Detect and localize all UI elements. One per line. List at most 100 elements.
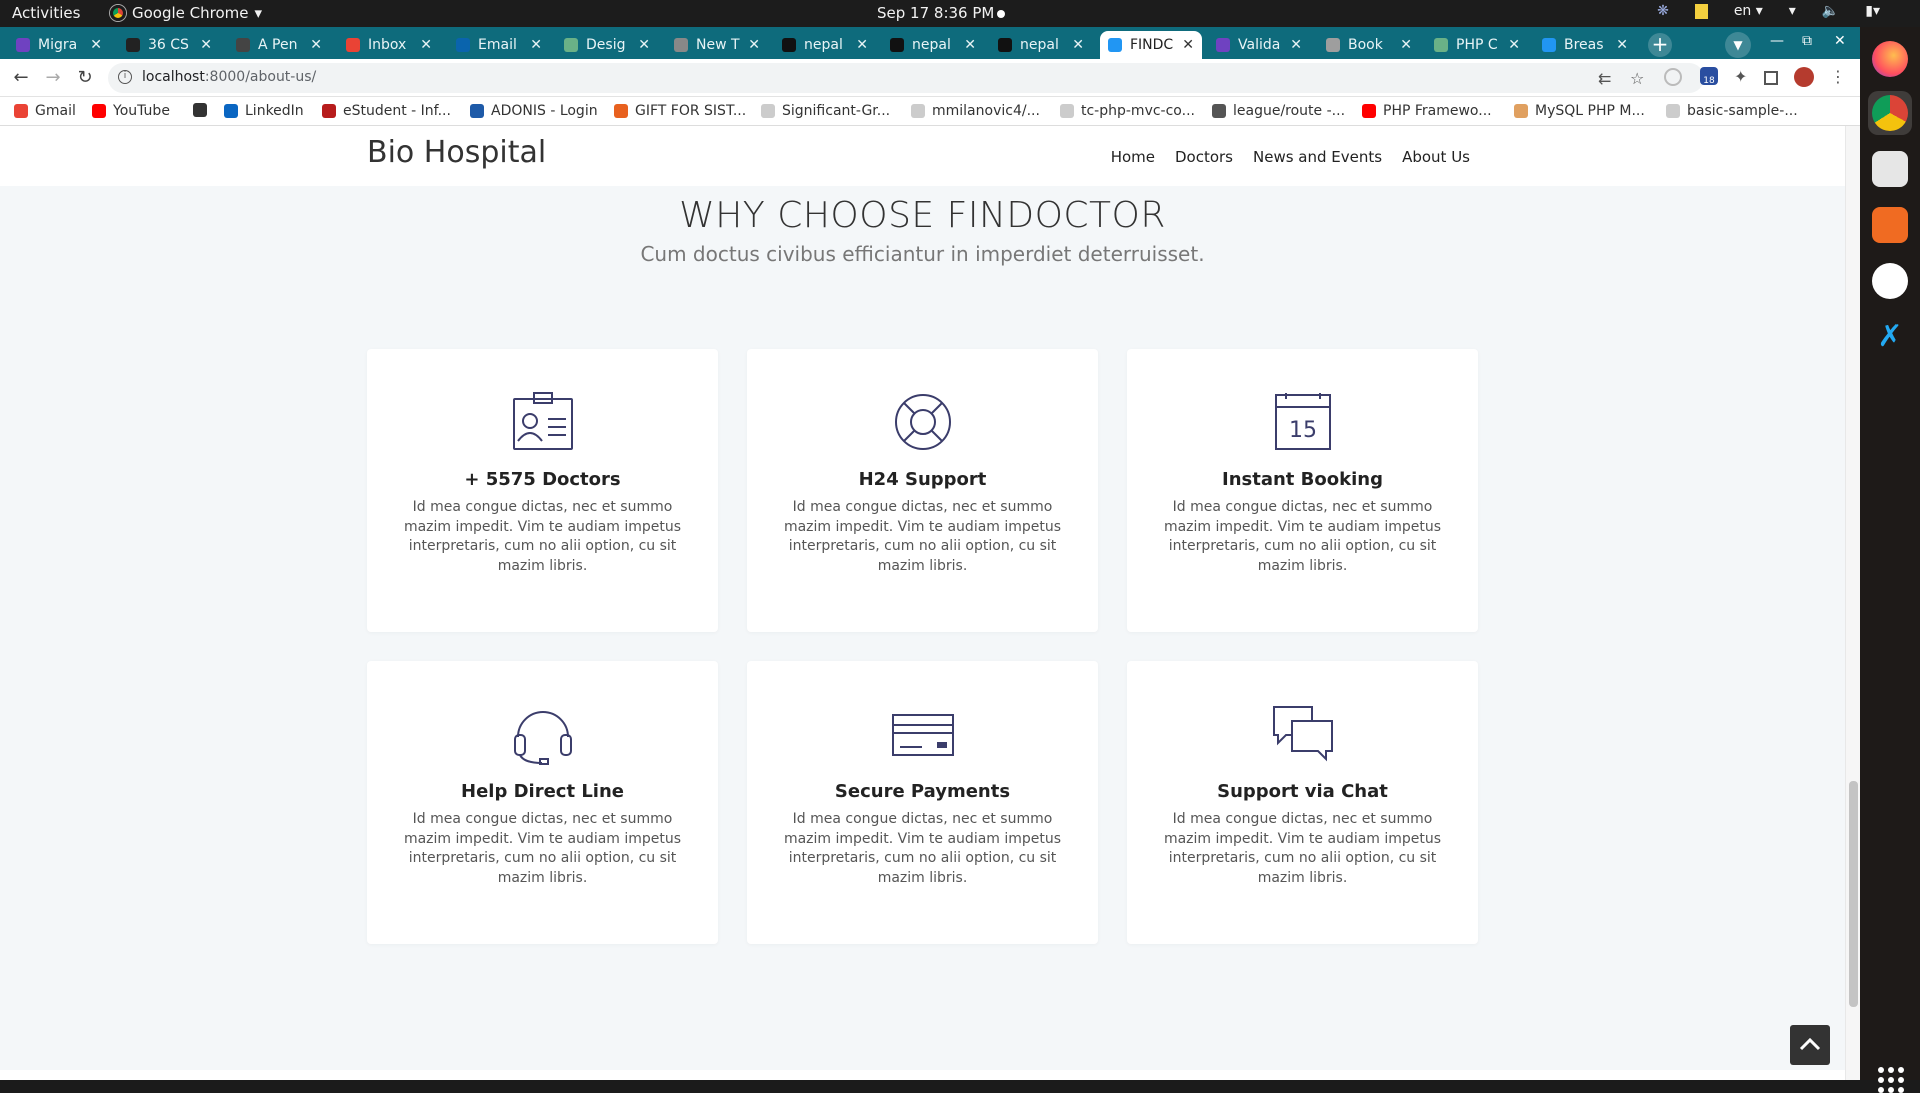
share-icon[interactable]: ⇇ [1598, 69, 1611, 88]
tab-close-icon[interactable]: ✕ [200, 37, 212, 53]
tab-close-icon[interactable]: ✕ [856, 37, 868, 53]
tab-close-icon[interactable]: ✕ [530, 37, 542, 53]
section-title: WHY CHOOSE FINDOCTOR [679, 195, 1166, 236]
new-tab-button[interactable]: + [1648, 33, 1672, 57]
bookmark-star-icon[interactable]: ☆ [1630, 69, 1644, 88]
scrollbar-thumb[interactable] [1849, 781, 1858, 1007]
tab-close-icon[interactable]: ✕ [420, 37, 432, 53]
tab-favicon-icon [1216, 38, 1230, 52]
bookmark-item[interactable]: mmilanovic4/... [911, 103, 1040, 119]
bookmark-item[interactable]: league/route -... [1212, 103, 1345, 119]
browser-tab[interactable]: nepal ✕ [990, 31, 1092, 59]
tab-favicon-icon [346, 38, 360, 52]
address-bar[interactable]: i localhost:8000/about-us/ ⇇ ☆ [108, 63, 1704, 93]
browser-tab[interactable]: Email ✕ [448, 31, 550, 59]
page-scrollbar[interactable] [1845, 126, 1860, 1080]
tab-close-icon[interactable]: ✕ [638, 37, 650, 53]
bookmark-item[interactable]: Gmail [14, 103, 76, 119]
profile-avatar[interactable] [1794, 67, 1814, 87]
browser-tab[interactable]: nepal ✕ [774, 31, 876, 59]
browser-tab[interactable]: Valida ✕ [1208, 31, 1310, 59]
bookmark-item[interactable]: eStudent - Inf... [322, 103, 451, 119]
bookmark-item[interactable]: ADONIS - Login [470, 103, 598, 119]
bookmark-item[interactable]: YouTube [92, 103, 170, 119]
browser-tab[interactable]: PHP C ✕ [1426, 31, 1528, 59]
nav-doctors[interactable]: Doctors [1175, 148, 1233, 166]
site-brand[interactable]: Bio Hospital [367, 135, 546, 170]
tab-close-icon[interactable]: ✕ [748, 37, 760, 53]
app-menu[interactable]: Google Chrome ▾ [110, 4, 262, 22]
tab-close-icon[interactable]: ✕ [1616, 37, 1628, 53]
tab-close-icon[interactable]: ✕ [964, 37, 976, 53]
side-panel-icon[interactable] [1764, 71, 1778, 85]
volume-icon[interactable]: 🔈 [1822, 3, 1839, 19]
close-window-button[interactable]: ✕ [1834, 33, 1846, 49]
site-info-icon[interactable]: i [118, 70, 132, 84]
software-center-icon[interactable] [1872, 207, 1908, 243]
bookmark-item[interactable]: PHP Framewo... [1362, 103, 1492, 119]
tab-close-icon[interactable]: ✕ [90, 37, 102, 53]
bookmark-item[interactable]: MySQL PHP M... [1514, 103, 1645, 119]
bookmark-item[interactable]: Significant-Gr... [761, 103, 890, 119]
nav-about-us[interactable]: About Us [1402, 148, 1470, 166]
slack-tray-icon[interactable]: ❋ [1657, 3, 1669, 19]
back-button[interactable]: ← [10, 67, 32, 89]
browser-tab[interactable]: Breas ✕ [1534, 31, 1636, 59]
tab-close-icon[interactable]: ✕ [1400, 37, 1412, 53]
language-indicator[interactable]: en ▾ [1734, 3, 1763, 19]
feature-title: + 5575 Doctors [464, 469, 621, 490]
tab-close-icon[interactable]: ✕ [310, 37, 322, 53]
tab-close-icon[interactable]: ✕ [1508, 37, 1520, 53]
browser-tab[interactable]: nepal ✕ [882, 31, 984, 59]
browser-tab[interactable]: Book ✕ [1318, 31, 1420, 59]
browser-tab[interactable]: Inbox ✕ [338, 31, 440, 59]
slack-icon[interactable] [1872, 263, 1908, 299]
files-icon[interactable] [1872, 151, 1908, 187]
chrome-icon [110, 5, 126, 21]
restore-button[interactable]: ⧉ [1802, 33, 1812, 49]
extension-icon[interactable] [1664, 68, 1682, 86]
wifi-icon[interactable]: ▾ [1789, 3, 1796, 19]
notification-dot [997, 10, 1005, 18]
browser-tab[interactable]: 36 CS ✕ [118, 31, 220, 59]
back-to-top-button[interactable] [1790, 1025, 1830, 1065]
bookmark-item[interactable] [193, 103, 214, 117]
extensions-puzzle-icon[interactable]: ✦ [1734, 67, 1756, 89]
chrome-dock-icon[interactable] [1872, 95, 1908, 131]
bookmark-item[interactable]: basic-sample-... [1666, 103, 1798, 119]
vscode-icon[interactable]: ✗ [1872, 319, 1908, 355]
nav-news-events[interactable]: News and Events [1253, 148, 1382, 166]
bookmark-favicon-icon [1514, 104, 1528, 118]
extension-badge-icon[interactable]: 18 [1700, 67, 1718, 86]
browser-tab[interactable]: New T ✕ [666, 31, 768, 59]
browser-tab[interactable]: FINDC ✕ [1100, 31, 1202, 59]
clock[interactable]: Sep 17 8:36 PM [877, 4, 994, 22]
bookmark-item[interactable]: tc-php-mvc-co... [1060, 103, 1195, 119]
bookmark-item[interactable]: LinkedIn [224, 103, 304, 119]
nav-home[interactable]: Home [1111, 148, 1155, 166]
browser-tab[interactable]: Desig ✕ [556, 31, 658, 59]
bookmark-item[interactable]: GIFT FOR SIST... [614, 103, 746, 119]
tab-close-icon[interactable]: ✕ [1072, 37, 1084, 53]
tab-close-icon[interactable]: ✕ [1290, 37, 1302, 53]
system-tray[interactable]: ❋ en ▾ ▾ 🔈 ▮▾ [1657, 3, 1880, 19]
activities-button[interactable]: Activities [12, 4, 80, 22]
reload-button[interactable]: ↻ [74, 67, 96, 89]
url-text[interactable]: localhost:8000/about-us/ [142, 69, 316, 85]
browser-tab[interactable]: A Pen ✕ [228, 31, 330, 59]
headset-icon [514, 711, 572, 765]
chrome-menu-icon[interactable]: ⋮ [1830, 67, 1852, 89]
firefox-icon[interactable] [1872, 41, 1908, 77]
battery-icon[interactable]: ▮▾ [1865, 3, 1880, 19]
notes-tray-icon[interactable] [1694, 3, 1708, 19]
bookmarks-bar: Gmail YouTube LinkedIn eStudent - Inf... ADO… [0, 97, 1860, 126]
bookmark-label: Significant-Gr... [782, 103, 891, 119]
forward-button[interactable]: → [42, 67, 64, 89]
feature-card: + 5575 Doctors Id mea congue dictas, nec… [367, 349, 718, 632]
minimize-button[interactable]: — [1770, 33, 1784, 49]
show-apps-icon[interactable] [1878, 1067, 1904, 1093]
tab-search-button[interactable]: ▼ [1725, 32, 1751, 58]
tab-favicon-icon [1108, 38, 1122, 52]
tab-close-icon[interactable]: ✕ [1182, 37, 1194, 53]
browser-tab[interactable]: Migra ✕ [8, 31, 110, 59]
